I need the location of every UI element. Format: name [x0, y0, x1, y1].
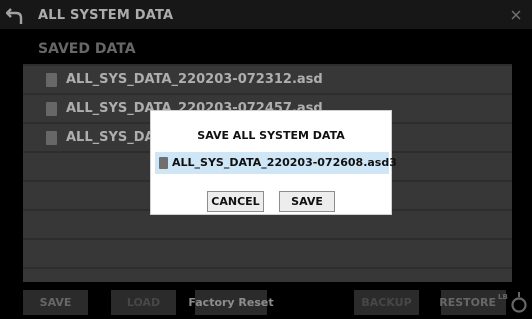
filename-field[interactable]: ALL_SYS_DATA_220203-072608.asd3 [155, 152, 397, 174]
cancel-button[interactable]: CANCEL [207, 191, 264, 212]
dialog-save-button[interactable]: SAVE [279, 191, 335, 212]
save-dialog: SAVE ALL SYSTEM DATA ALL_SYS_DATA_220203… [150, 110, 397, 215]
dialog-title: SAVE ALL SYSTEM DATA [197, 129, 345, 142]
file-icon [159, 157, 168, 169]
system-data-screen: ALL SYSTEM DATA SAVED DATA ALL_SYS_DATA_… [0, 0, 532, 319]
filename-value: ALL_SYS_DATA_220203-072608.asd3 [172, 156, 397, 169]
